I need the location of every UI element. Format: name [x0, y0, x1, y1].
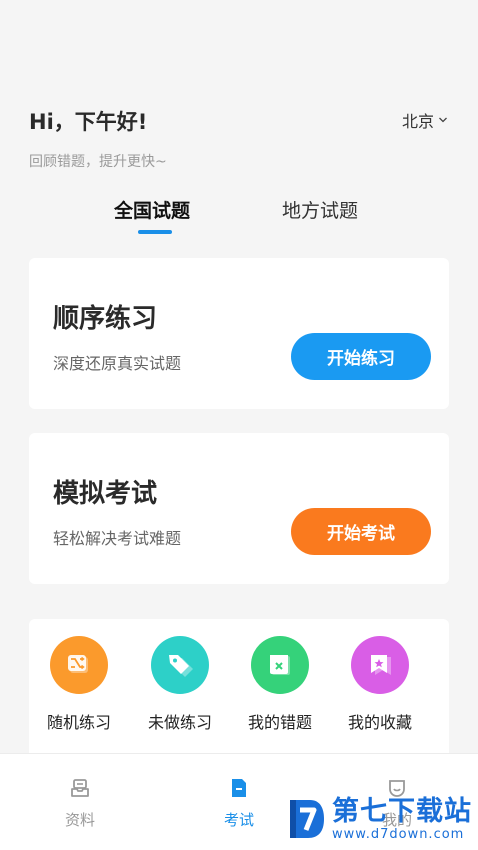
sequential-practice-card: 顺序练习 深度还原真实试题 开始练习: [29, 258, 449, 409]
document-icon: [232, 779, 246, 797]
tab-national[interactable]: 全国试题: [114, 196, 190, 223]
city-label: 北京: [401, 112, 434, 131]
card-title: 顺序练习: [53, 304, 158, 334]
nav-materials[interactable]: 资料: [45, 776, 115, 830]
tool-label: 随机练习: [46, 713, 111, 732]
card-title: 模拟考试: [53, 479, 158, 509]
tag-icon: [151, 636, 209, 694]
watermark-name: 第七下载站: [332, 795, 472, 827]
mock-exam-card: 模拟考试 轻松解决考试难题 开始考试: [29, 433, 449, 584]
tool-label: 我的错题: [247, 713, 312, 732]
wrong-list-icon: [251, 636, 309, 694]
tool-undone-practice[interactable]: 未做练习: [140, 636, 220, 733]
nav-label: 资料: [64, 811, 95, 829]
chevron-down-icon: [439, 117, 447, 123]
tab-active-indicator: [138, 230, 172, 234]
watermark: 第七下载站 www.d7down.com: [288, 796, 472, 842]
greeting-subtitle: 回顾错题，提升更快~: [29, 154, 167, 170]
greeting-text: Hi，下午好!: [29, 110, 148, 134]
city-selector[interactable]: 北京: [402, 108, 448, 132]
tab-local[interactable]: 地方试题: [282, 196, 358, 223]
tools-panel: 随机练习 未做练习 我的错题 我的收藏: [29, 619, 449, 759]
tool-wrong-questions[interactable]: 我的错题: [240, 636, 320, 733]
tool-random-practice[interactable]: 随机练习: [39, 636, 119, 733]
card-description: 轻松解决考试难题: [53, 529, 182, 548]
d7-logo-icon: [290, 800, 324, 838]
start-practice-button[interactable]: 开始练习: [291, 333, 431, 380]
inbox-icon: [71, 779, 89, 797]
nav-exam[interactable]: 考试: [204, 776, 274, 830]
tool-label: 未做练习: [147, 713, 212, 732]
nav-label: 考试: [223, 811, 254, 829]
tool-favorites[interactable]: 我的收藏: [340, 636, 420, 733]
tool-label: 我的收藏: [347, 713, 412, 732]
start-exam-button[interactable]: 开始考试: [291, 508, 431, 555]
watermark-url: www.d7down.com: [332, 826, 465, 842]
shuffle-icon: [50, 636, 108, 694]
question-tabs: 全国试题 地方试题: [0, 196, 478, 240]
card-description: 深度还原真实试题: [53, 354, 182, 373]
star-bookmark-icon: [351, 636, 409, 694]
